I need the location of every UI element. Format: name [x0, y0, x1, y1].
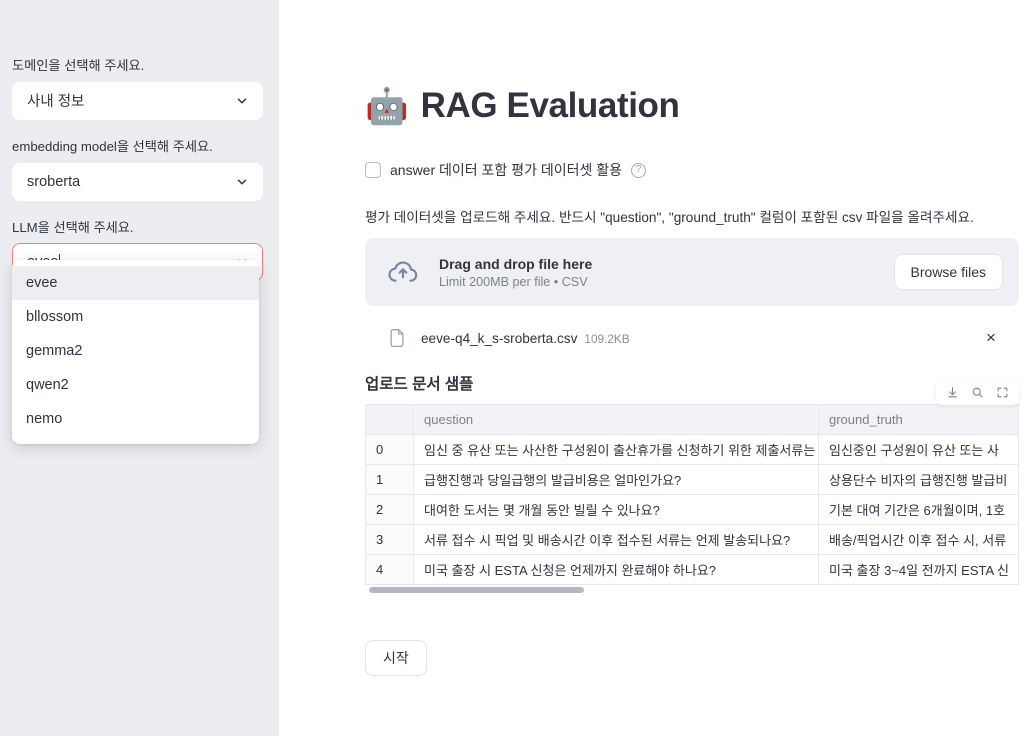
table-row[interactable]: 3 서류 접수 시 픽업 및 배송시간 이후 접수된 서류는 언제 발송되나요?…: [365, 524, 1019, 555]
upload-instruction: 평가 데이터셋을 업로드해 주세요. 반드시 "question", "grou…: [365, 210, 974, 225]
answer-dataset-checkbox[interactable]: [365, 162, 381, 178]
remove-file-button[interactable]: ×: [979, 326, 1003, 350]
browse-files-button[interactable]: Browse files: [893, 254, 1003, 290]
column-header-index[interactable]: [365, 404, 414, 435]
embedding-model-label: embedding model을 선택해 주세요.: [12, 138, 213, 154]
chevron-down-icon: [234, 174, 250, 190]
cell-ground-truth: 기본 대여 기간은 6개월이며, 1호: [818, 494, 1019, 525]
cell-ground-truth: 임신중인 구성원이 유산 또는 사: [818, 434, 1019, 465]
table-header-row: question ground_truth: [365, 404, 1019, 435]
uploaded-file-size: 109.2KB: [584, 331, 630, 346]
table-toolbar[interactable]: [936, 380, 1019, 405]
chevron-down-icon: [234, 93, 250, 109]
domain-select-value: 사내 정보: [27, 94, 85, 111]
llm-option-evee[interactable]: evee: [12, 265, 259, 300]
cloud-upload-icon: [387, 256, 419, 288]
row-index: 3: [365, 524, 414, 555]
main-content: 🤖 RAG Evaluation answer 데이터 포함 평가 데이터셋 활…: [279, 0, 1024, 736]
llm-option-nemo[interactable]: nemo: [12, 402, 259, 436]
answer-dataset-checkbox-row[interactable]: answer 데이터 포함 평가 데이터셋 활용 ?: [365, 160, 1019, 180]
row-index: 2: [365, 494, 414, 525]
cell-ground-truth: 상용단수 비자의 급행진행 발급비: [818, 464, 1019, 495]
sample-data-table: question ground_truth 0 임신 중 유산 또는 사산한 구…: [365, 404, 1019, 585]
scrollbar-thumb[interactable]: [369, 587, 584, 593]
file-icon: [387, 326, 407, 350]
cell-question: 미국 출장 시 ESTA 신청은 언제까지 완료해야 하나요?: [413, 554, 819, 585]
start-button[interactable]: 시작: [365, 640, 427, 676]
cell-ground-truth: 미국 출장 3~4일 전까지 ESTA 신: [818, 554, 1019, 585]
table-row[interactable]: 0 임신 중 유산 또는 사산한 구성원이 출산휴가를 신청하기 위한 제출서류…: [365, 434, 1019, 465]
table-row[interactable]: 1 급행진행과 당일급행의 발급비용은 얼마인가요? 상용단수 비자의 급행진행…: [365, 464, 1019, 495]
domain-select[interactable]: 사내 정보: [12, 81, 263, 120]
table-header: question ground_truth: [365, 404, 1019, 435]
uploaded-file-row: eeve-q4_k_s-sroberta.csv 109.2KB ×: [365, 318, 1019, 358]
embedding-model-field: embedding model을 선택해 주세요. sroberta: [12, 137, 263, 201]
table-horizontal-scrollbar[interactable]: [365, 586, 1019, 594]
table-row[interactable]: 4 미국 출장 시 ESTA 신청은 언제까지 완료해야 하나요? 미국 출장 …: [365, 554, 1019, 585]
dropzone-subtitle: Limit 200MB per file • CSV: [439, 274, 588, 289]
dropzone-title: Drag and drop file here: [439, 255, 593, 272]
fullscreen-icon[interactable]: [995, 385, 1010, 400]
row-index: 4: [365, 554, 414, 585]
cell-question: 서류 접수 시 픽업 및 배송시간 이후 접수된 서류는 언제 발송되나요?: [413, 524, 819, 555]
page-title: RAG Evaluation: [420, 86, 680, 125]
answer-dataset-checkbox-label: answer 데이터 포함 평가 데이터셋 활용: [390, 162, 623, 178]
column-header-question[interactable]: question: [413, 404, 819, 435]
sample-table-container: question ground_truth 0 임신 중 유산 또는 사산한 구…: [365, 380, 1019, 594]
llm-label: LLM을 선택해 주세요.: [12, 219, 134, 235]
llm-option-bllossom[interactable]: bllossom: [12, 300, 259, 334]
llm-dropdown-list[interactable]: evee bllossom gemma2 qwen2 nemo: [12, 259, 259, 444]
page-header: 🤖 RAG Evaluation: [365, 86, 1019, 126]
table-body: 0 임신 중 유산 또는 사산한 구성원이 출산휴가를 신청하기 위한 제출서류…: [365, 434, 1019, 585]
embedding-model-select-value: sroberta: [27, 173, 81, 190]
cell-question: 대여한 도서는 몇 개월 동안 빌릴 수 있나요?: [413, 494, 819, 525]
uploaded-file-name: eeve-q4_k_s-sroberta.csv: [421, 330, 578, 346]
table-row[interactable]: 2 대여한 도서는 몇 개월 동안 빌릴 수 있나요? 기본 대여 기간은 6개…: [365, 494, 1019, 525]
file-dropzone[interactable]: Drag and drop file here Limit 200MB per …: [365, 238, 1019, 306]
llm-option-gemma2[interactable]: gemma2: [12, 334, 259, 368]
cell-question: 급행진행과 당일급행의 발급비용은 얼마인가요?: [413, 464, 819, 495]
app-root: 도메인을 선택해 주세요. 사내 정보 embedding model을 선택해…: [0, 0, 1024, 736]
search-icon[interactable]: [970, 385, 985, 400]
row-index: 1: [365, 464, 414, 495]
row-index: 0: [365, 434, 414, 465]
robot-icon: 🤖: [365, 86, 409, 126]
embedding-model-select[interactable]: sroberta: [12, 162, 263, 201]
table-section-heading: 업로드 문서 샘플: [365, 376, 474, 393]
llm-field: LLM을 선택해 주세요. evee evee bllossom gemma2 …: [12, 218, 263, 444]
llm-option-qwen2[interactable]: qwen2: [12, 368, 259, 402]
file-meta: eeve-q4_k_s-sroberta.csv 109.2KB: [421, 331, 965, 346]
help-circle-icon[interactable]: ?: [631, 162, 647, 178]
domain-label: 도메인을 선택해 주세요.: [12, 58, 145, 73]
dropzone-text: Drag and drop file here Limit 200MB per …: [439, 256, 874, 289]
cell-question: 임신 중 유산 또는 사산한 구성원이 출산휴가를 신청하기 위한 제출서류는 …: [413, 434, 819, 465]
column-header-ground-truth[interactable]: ground_truth: [818, 404, 1019, 435]
download-icon[interactable]: [945, 385, 960, 400]
cell-ground-truth: 배송/픽업시간 이후 접수 시, 서류: [818, 524, 1019, 555]
sidebar: 도메인을 선택해 주세요. 사내 정보 embedding model을 선택해…: [0, 0, 279, 736]
domain-field: 도메인을 선택해 주세요. 사내 정보: [12, 56, 263, 120]
